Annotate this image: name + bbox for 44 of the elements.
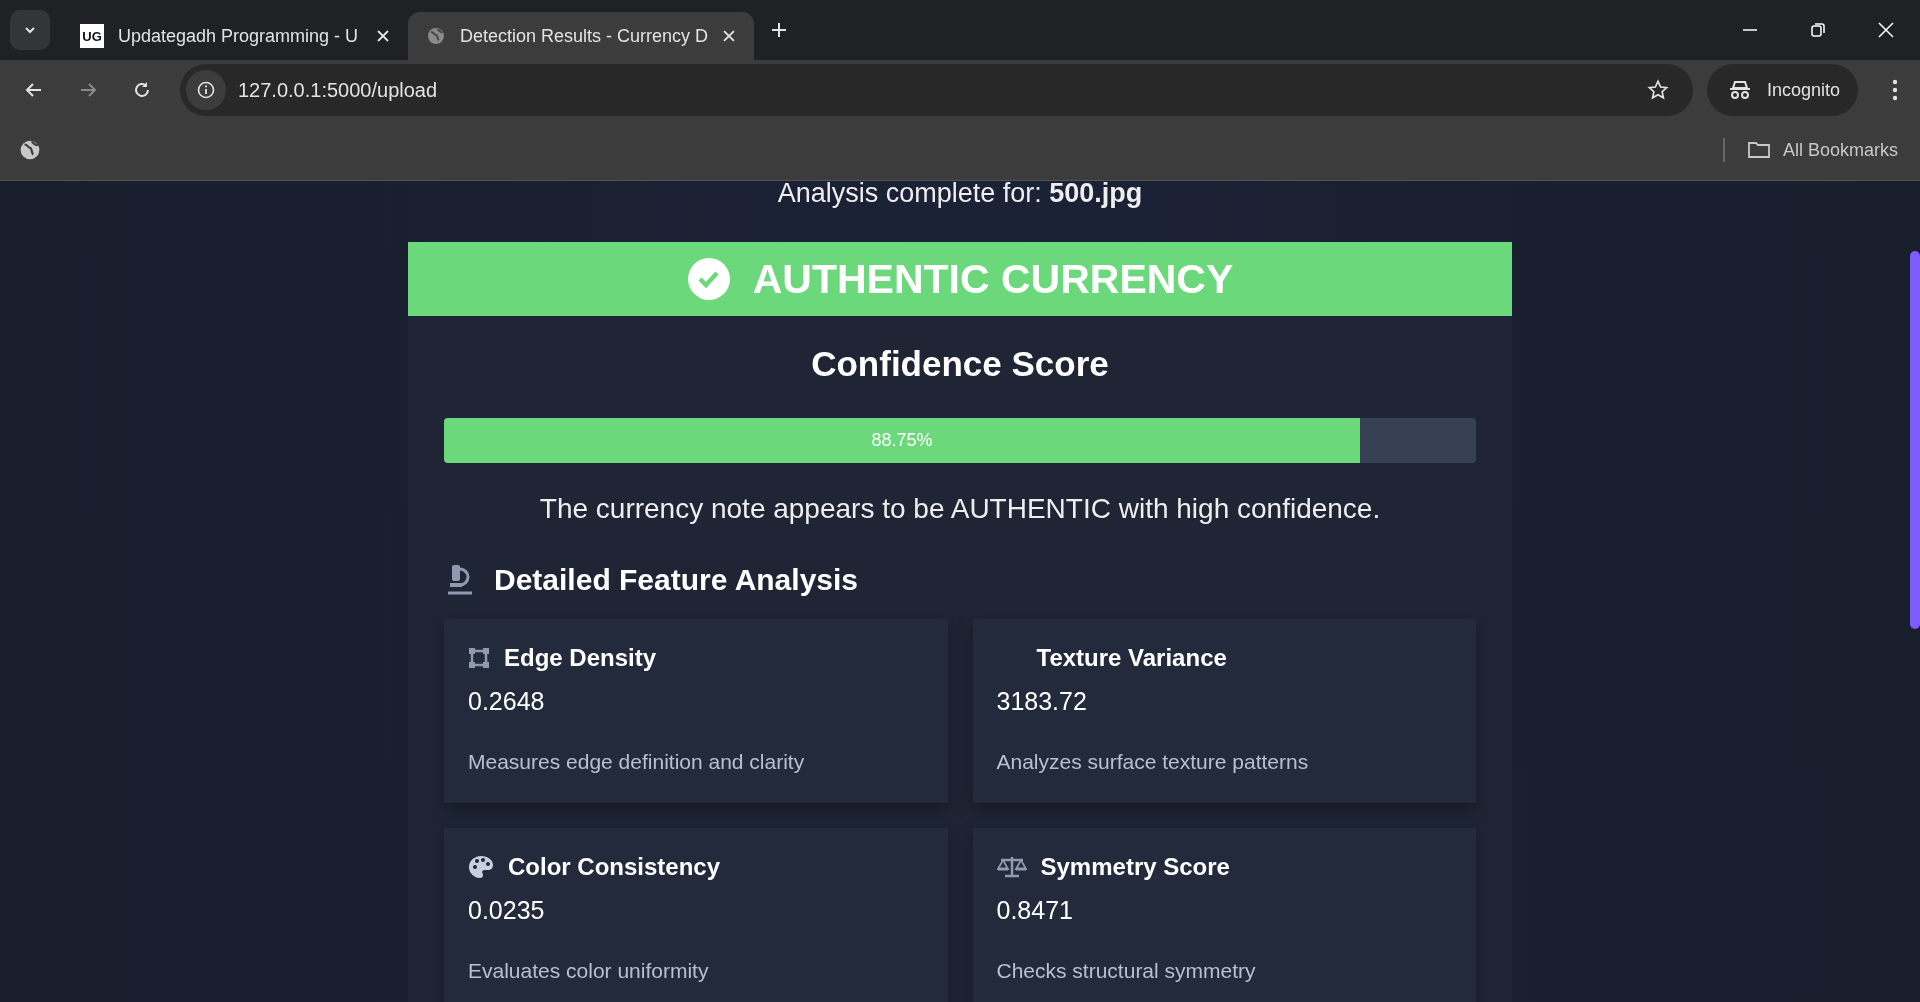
section-heading: Detailed Feature Analysis — [494, 563, 859, 597]
result-message: The currency note appears to be AUTHENTIC with high confidence. — [538, 493, 1382, 525]
feature-value: 0.2648 — [468, 687, 546, 716]
incognito-button[interactable]: Incognito — [1706, 64, 1858, 116]
new-tab-icon[interactable] — [770, 21, 788, 39]
feature-value: 0.0235 — [468, 896, 546, 925]
globe-icon[interactable] — [19, 139, 41, 161]
site-info-button[interactable] — [186, 70, 226, 110]
feature-description: Checks structural symmetry — [996, 959, 1257, 983]
close-icon[interactable] — [376, 29, 390, 43]
menu-icon[interactable] — [1892, 79, 1898, 101]
verdict-label: AUTHENTIC CURRENCY — [752, 255, 1234, 303]
star-icon[interactable] — [1646, 79, 1669, 101]
folder-icon — [1746, 140, 1771, 160]
feature-description: Evaluates color uniformity — [468, 959, 710, 983]
browser-tab[interactable]: Detection Results - Currency D — [408, 12, 754, 60]
info-icon — [197, 81, 215, 99]
feature-description: Analyzes surface texture patterns — [996, 750, 1310, 774]
feature-name: Texture Variance — [1036, 644, 1227, 672]
address-bar[interactable]: 127.0.0.1:5000/upload — [180, 64, 1693, 116]
scrollbar-thumb[interactable] — [1910, 251, 1920, 629]
browser-tab[interactable]: UG Updategadh Programming - U — [62, 12, 408, 60]
site-logo: UG — [80, 24, 104, 48]
analysis-subtitle: Analysis complete for: 500.jpg — [776, 181, 1144, 210]
scale-icon — [996, 856, 1027, 878]
feature-description: Measures edge definition and clarity — [468, 750, 806, 774]
feature-name: Color Consistency — [508, 853, 721, 881]
tab-title: Detection Results - Currency D — [459, 25, 709, 47]
square-nodes-icon — [468, 647, 490, 669]
globe-icon — [426, 26, 446, 46]
check-circle-icon — [686, 257, 731, 301]
feature-name: Edge Density — [504, 644, 657, 672]
incognito-icon — [1728, 80, 1751, 100]
feature-value: 0.8471 — [996, 896, 1074, 925]
restore-icon[interactable] — [1810, 22, 1826, 38]
feature-value: 3183.72 — [996, 687, 1088, 716]
feature-name: Symmetry Score — [1040, 853, 1230, 881]
palette-icon — [468, 855, 494, 879]
reload-icon[interactable] — [132, 80, 152, 100]
confidence-reading: 88.75% — [870, 429, 934, 452]
tab-title: Updategadh Programming - U — [118, 25, 360, 47]
all-bookmarks-button[interactable]: All Bookmarks — [1746, 139, 1898, 161]
close-icon[interactable] — [722, 29, 736, 43]
confidence-title: Confidence Score — [810, 344, 1110, 385]
